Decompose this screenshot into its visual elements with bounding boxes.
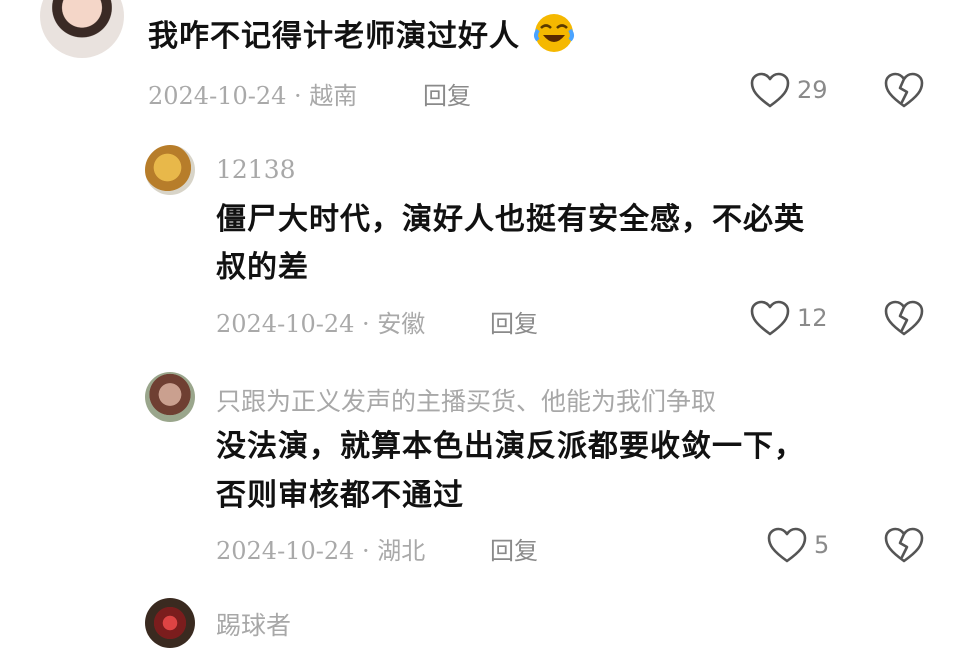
reply-button[interactable]: 回复: [423, 76, 471, 111]
comment-text-line: 否则审核都不通过: [216, 478, 464, 513]
username[interactable]: 踢球者: [216, 606, 291, 642]
like-heart-icon[interactable]: [750, 300, 790, 342]
like-heart-icon[interactable]: [750, 72, 790, 114]
dislike-broken-heart-icon[interactable]: [884, 527, 924, 569]
comment-meta: 2024-10-24 · 湖北: [216, 537, 426, 565]
like-count: 5: [814, 531, 830, 559]
reply-button[interactable]: 回复: [490, 531, 538, 566]
comment-meta: 2024-10-24 · 越南: [148, 82, 358, 110]
avatar[interactable]: [145, 372, 195, 422]
comment-meta: 2024-10-24 · 安徽: [216, 310, 426, 338]
comment-text: 我咋不记得计老师演过好人: [148, 12, 575, 60]
like-count: 29: [797, 76, 828, 104]
username[interactable]: 12138: [216, 155, 296, 184]
avatar[interactable]: [145, 145, 195, 195]
avatar[interactable]: [145, 598, 195, 648]
comment-text-line: 没法演，就算本色出演反派都要收敛一下，: [216, 429, 805, 464]
comment-text-line: 叔的差: [216, 250, 309, 285]
laughing-tears-emoji-icon: [533, 12, 575, 54]
dislike-broken-heart-icon[interactable]: [884, 300, 924, 342]
username[interactable]: 只跟为正义发声的主播买货、他能为我们争取: [216, 382, 716, 418]
reply-button[interactable]: 回复: [490, 304, 538, 339]
like-heart-icon[interactable]: [767, 527, 807, 569]
like-count: 12: [797, 304, 828, 332]
avatar[interactable]: [40, 0, 124, 58]
comment-text-line: 僵尸大时代，演好人也挺有安全感，不必英: [216, 202, 805, 237]
dislike-broken-heart-icon[interactable]: [884, 72, 924, 114]
